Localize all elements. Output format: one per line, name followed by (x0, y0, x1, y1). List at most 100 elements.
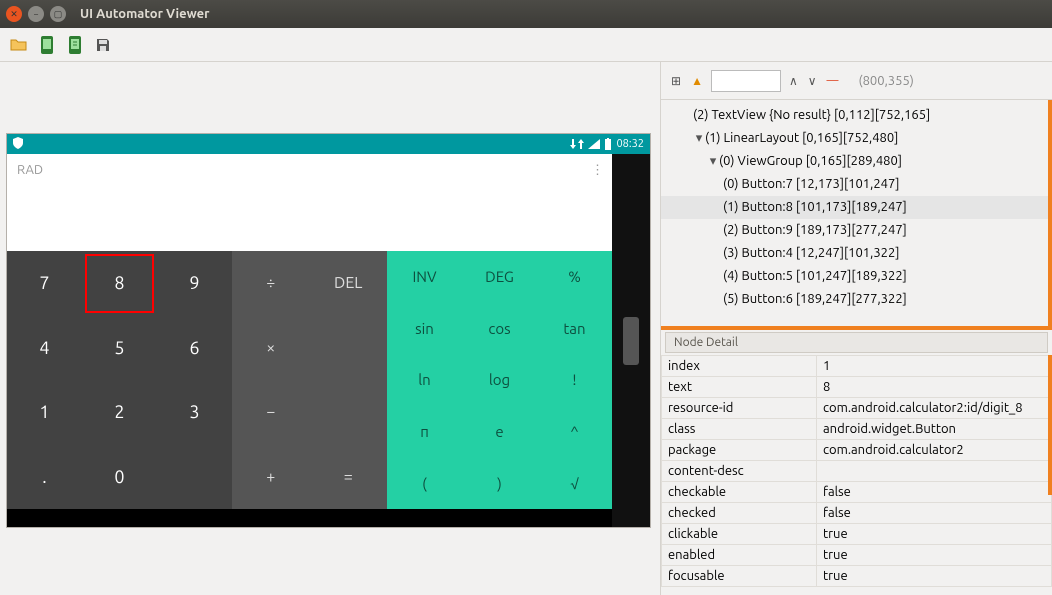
tree-node[interactable]: (2) TextView {No result} [0,112][752,165… (661, 104, 1052, 127)
tree-node-label: (1) Button:8 [101,173][189,247] (723, 200, 907, 214)
detail-key: clickable (662, 524, 817, 545)
detail-row[interactable]: content-desc (662, 461, 1052, 482)
detail-value: com.android.calculator2:id/digit_8 (817, 398, 1052, 419)
status-time: 08:32 (616, 138, 644, 150)
digit-7-button[interactable]: 7 (7, 251, 82, 316)
search-input[interactable] (711, 70, 781, 92)
detail-row[interactable]: clickabletrue (662, 524, 1052, 545)
digit-8-button[interactable]: 8 (82, 251, 157, 316)
digit-6-button[interactable]: 6 (157, 316, 232, 381)
digit-2-button[interactable]: 2 (82, 380, 157, 445)
save-icon[interactable] (92, 34, 114, 56)
signal-icon (588, 139, 600, 149)
advanced-button[interactable]: log (462, 354, 537, 406)
tree-node[interactable]: (3) Button:4 [12,247][101,322] (661, 242, 1052, 265)
tree-node[interactable]: ▾(0) ViewGroup [0,165][289,480] (661, 150, 1052, 173)
advanced-button[interactable]: cos (462, 303, 537, 355)
digit-.-button[interactable]: . (7, 445, 82, 510)
data-transfer-icon (570, 139, 584, 149)
digit-0-button[interactable]: 0 (82, 445, 157, 510)
screenshot-device-icon[interactable] (36, 34, 58, 56)
window-minimize-button[interactable]: − (28, 6, 44, 22)
digit-5-button[interactable]: 5 (82, 316, 157, 381)
advanced-button[interactable]: π (387, 406, 462, 458)
detail-row[interactable]: focusabletrue (662, 566, 1052, 587)
device-frame: 08:32 RAD ⋮ 789456123.0 ÷DEL×−+= INVDEG%… (6, 133, 651, 528)
screenshot-device-compressed-icon[interactable] (64, 34, 86, 56)
advanced-button[interactable]: % (537, 251, 612, 303)
nav-handle-icon[interactable] (623, 317, 639, 365)
advanced-button[interactable]: √ (537, 457, 612, 509)
detail-panel[interactable]: index1text8resource-idcom.android.calcul… (661, 355, 1052, 595)
detail-key: resource-id (662, 398, 817, 419)
tree-node-label: (3) Button:4 [12,247][101,322] (723, 246, 899, 260)
tree-node-label: (0) ViewGroup [0,165][289,480] (719, 154, 902, 168)
digit-9-button[interactable]: 9 (157, 251, 232, 316)
coordinate-label: (800,355) (859, 74, 914, 88)
detail-row[interactable]: classandroid.widget.Button (662, 419, 1052, 440)
tree-node[interactable]: (4) Button:5 [101,247][189,322] (661, 265, 1052, 288)
operator-pad: ÷DEL×−+= (232, 251, 387, 509)
operator-button[interactable]: = (310, 445, 388, 510)
digit-4-button[interactable]: 4 (7, 316, 82, 381)
calculator-display (7, 186, 614, 251)
open-icon[interactable] (8, 34, 30, 56)
hierarchy-tree[interactable]: (2) TextView {No result} [0,112][752,165… (661, 100, 1052, 330)
screenshot-panel: 08:32 RAD ⋮ 789456123.0 ÷DEL×−+= INVDEG%… (0, 62, 660, 595)
window-close-button[interactable]: ✕ (6, 6, 22, 22)
shield-icon (13, 137, 23, 152)
operator-button[interactable]: DEL (310, 251, 388, 316)
detail-row[interactable]: resource-idcom.android.calculator2:id/di… (662, 398, 1052, 419)
detail-row[interactable]: index1 (662, 356, 1052, 377)
advanced-button[interactable]: ln (387, 354, 462, 406)
detail-key: text (662, 377, 817, 398)
tree-overflow-indicator (661, 326, 1051, 330)
tree-node[interactable]: ▾(1) LinearLayout [0,165][752,480] (661, 127, 1052, 150)
operator-button[interactable]: + (232, 445, 310, 510)
tree-node[interactable]: (1) Button:8 [101,173][189,247] (661, 196, 1052, 219)
tree-caret-icon[interactable]: ▾ (693, 127, 705, 150)
tree-node[interactable]: (2) Button:9 [189,173][277,247] (661, 219, 1052, 242)
tree-scroll-indicator (1048, 100, 1052, 330)
tree-node[interactable]: (5) Button:6 [189,247][277,322] (661, 288, 1052, 311)
advanced-button[interactable]: e (462, 406, 537, 458)
overflow-menu-icon[interactable]: ⋮ (591, 163, 604, 178)
advanced-button[interactable]: ( (387, 457, 462, 509)
detail-value: true (817, 545, 1052, 566)
operator-button[interactable]: × (232, 316, 310, 381)
detail-row[interactable]: text8 (662, 377, 1052, 398)
window-title: UI Automator Viewer (80, 7, 210, 21)
tree-node-label: (5) Button:6 [189,247][277,322] (723, 292, 907, 306)
advanced-button[interactable]: DEG (462, 251, 537, 303)
operator-button[interactable]: ÷ (232, 251, 310, 316)
advanced-button[interactable]: ) (462, 457, 537, 509)
battery-icon (604, 138, 612, 150)
advanced-button[interactable]: INV (387, 251, 462, 303)
detail-value: false (817, 482, 1052, 503)
operator-button[interactable]: − (232, 380, 310, 445)
digit-pad: 789 456 123.0 (7, 251, 232, 509)
advanced-button[interactable]: ^ (537, 406, 612, 458)
advanced-button[interactable]: tan (537, 303, 612, 355)
remove-icon[interactable]: — (825, 74, 841, 87)
expand-all-icon[interactable]: ⊞ (669, 74, 683, 88)
search-next-icon[interactable]: ∨ (806, 74, 819, 88)
detail-key: class (662, 419, 817, 440)
digit-1-button[interactable]: 1 (7, 380, 82, 445)
tree-node-label: (1) LinearLayout [0,165][752,480] (705, 131, 898, 145)
digit-3-button[interactable]: 3 (157, 380, 232, 445)
window-maximize-button[interactable]: ▢ (50, 6, 66, 22)
advanced-button[interactable]: ! (537, 354, 612, 406)
detail-row[interactable]: checkablefalse (662, 482, 1052, 503)
detail-row[interactable]: checkedfalse (662, 503, 1052, 524)
warning-icon[interactable]: ▲ (689, 74, 705, 88)
detail-key: package (662, 440, 817, 461)
advanced-button[interactable]: sin (387, 303, 462, 355)
detail-row[interactable]: packagecom.android.calculator2 (662, 440, 1052, 461)
detail-row[interactable]: enabledtrue (662, 545, 1052, 566)
detail-key: checkable (662, 482, 817, 503)
detail-value: 1 (817, 356, 1052, 377)
tree-node[interactable]: (0) Button:7 [12,173][101,247] (661, 173, 1052, 196)
search-prev-icon[interactable]: ∧ (787, 74, 800, 88)
tree-caret-icon[interactable]: ▾ (707, 150, 719, 173)
